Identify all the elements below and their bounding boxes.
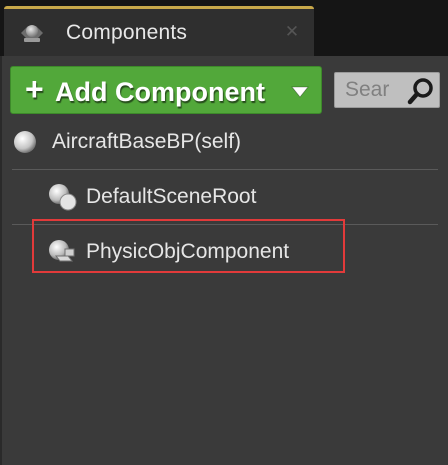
close-icon[interactable]: ✕	[284, 24, 300, 41]
search-box[interactable]	[334, 72, 440, 108]
add-component-label: Add Component	[55, 77, 265, 107]
tree-item-default-scene-root[interactable]: DefaultSceneRoot	[2, 173, 448, 221]
tree-item-label: DefaultSceneRoot	[86, 185, 257, 208]
plus-icon: +	[25, 71, 44, 107]
sphere-icon	[14, 131, 36, 153]
components-content: + Add Component Sear AircraftBaseBP(self…	[0, 56, 448, 465]
selection-highlight	[32, 219, 345, 273]
components-panel-icon	[21, 25, 43, 42]
components-toolbar: + Add Component	[10, 66, 446, 114]
tab-title: Components	[66, 21, 188, 44]
search-input[interactable]	[335, 73, 405, 107]
tree-item-label: AircraftBaseBP(self)	[52, 130, 242, 153]
tree-item-aircraft-base-bp[interactable]: AircraftBaseBP(self)	[2, 118, 448, 166]
chevron-down-icon	[291, 86, 309, 98]
tab-bar: Components ✕	[0, 0, 448, 58]
search-icon[interactable]	[407, 77, 435, 105]
tab-components[interactable]: Components ✕	[4, 6, 314, 56]
scene-root-icon	[49, 184, 77, 211]
add-component-button[interactable]: + Add Component	[10, 66, 322, 114]
tree-divider	[12, 169, 438, 170]
components-panel: Components ✕ + Add Component Sear Aircra…	[0, 0, 448, 465]
